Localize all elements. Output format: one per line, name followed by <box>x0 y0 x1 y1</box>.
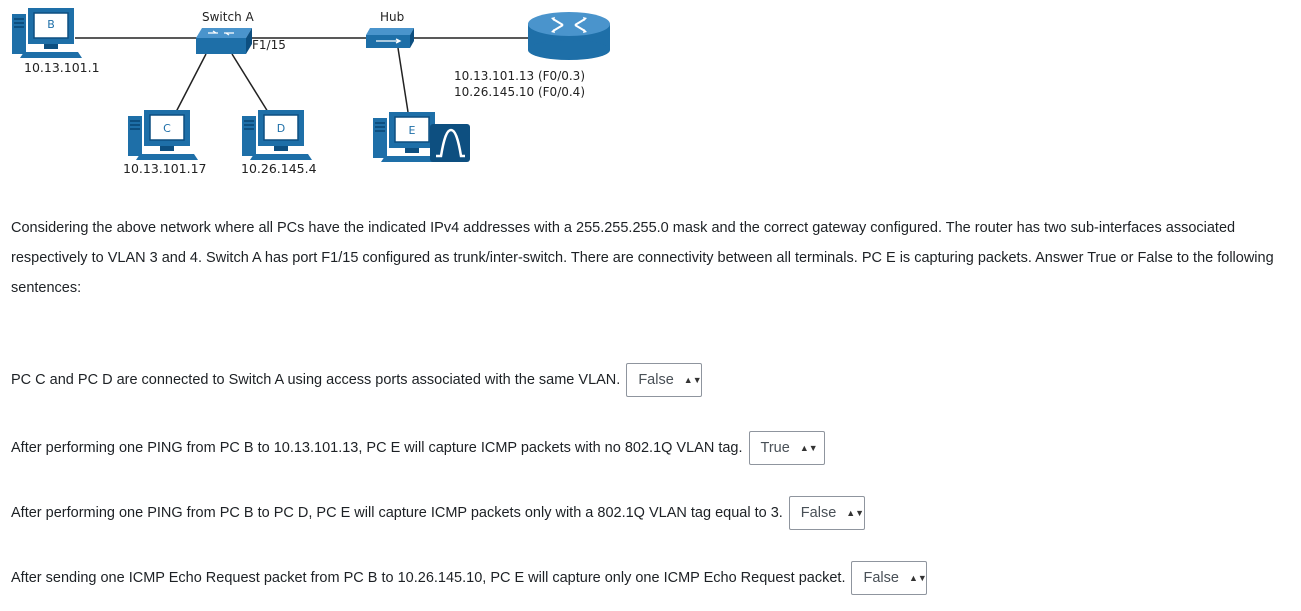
select-arrows-icon: ▲▼ <box>908 573 927 583</box>
select-arrows-icon: ▲▼ <box>683 375 702 385</box>
answer-select-value: True <box>760 440 790 456</box>
switch-a-label: Switch A <box>202 10 254 24</box>
answer-select[interactable]: True ▲▼ <box>748 431 825 465</box>
question-text: After performing one PING from PC B to 1… <box>11 440 743 456</box>
pc-d-label: D <box>277 122 285 135</box>
question-text: After sending one ICMP Echo Request pack… <box>11 570 846 586</box>
switch-a-icon <box>196 28 252 54</box>
question-text: PC C and PC D are connected to Switch A … <box>11 372 621 388</box>
pc-d-icon: D <box>241 109 313 161</box>
question-intro: Considering the above network where all … <box>11 220 1274 296</box>
answer-select[interactable]: False ▲▼ <box>788 496 865 530</box>
wireshark-capture-icon <box>430 124 470 162</box>
question-row: After performing one PING from PC B to 1… <box>11 430 825 466</box>
hub-label: Hub <box>380 10 404 24</box>
pc-c-ip: 10.13.101.17 <box>123 161 207 176</box>
pc-b-label: B <box>47 18 55 31</box>
switch-a-port-label: F1/15 <box>252 38 286 52</box>
pc-e-label: E <box>409 124 416 137</box>
pc-d-ip: 10.26.145.4 <box>241 161 317 176</box>
question-row: After sending one ICMP Echo Request pack… <box>11 560 928 596</box>
router-ip-line1: 10.13.101.13 (F0/0.3) <box>454 69 585 83</box>
pc-c-label: C <box>163 122 171 135</box>
router-icon <box>528 12 610 60</box>
question-text: After performing one PING from PC B to P… <box>11 505 783 521</box>
network-diagram: B 10.13.101.1 Switch A F1/15 Hub 10.13.1… <box>11 7 610 176</box>
pc-b-icon: B <box>11 7 83 59</box>
answer-select-value: False <box>863 570 899 586</box>
select-arrows-icon: ▲▼ <box>799 443 818 453</box>
question-row: After performing one PING from PC B to P… <box>11 495 865 531</box>
pc-c-icon: C <box>127 109 199 161</box>
hub-icon <box>366 28 414 48</box>
answer-select[interactable]: False ▲▼ <box>851 561 928 595</box>
answer-select-value: False <box>638 372 674 388</box>
question-row: PC C and PC D are connected to Switch A … <box>11 362 703 398</box>
pc-b-ip: 10.13.101.1 <box>24 60 100 75</box>
router-ip-line2: 10.26.145.10 (F0/0.4) <box>454 85 585 99</box>
answer-select-value: False <box>800 505 837 521</box>
select-arrows-icon: ▲▼ <box>846 508 865 518</box>
answer-select[interactable]: False ▲▼ <box>626 363 703 397</box>
